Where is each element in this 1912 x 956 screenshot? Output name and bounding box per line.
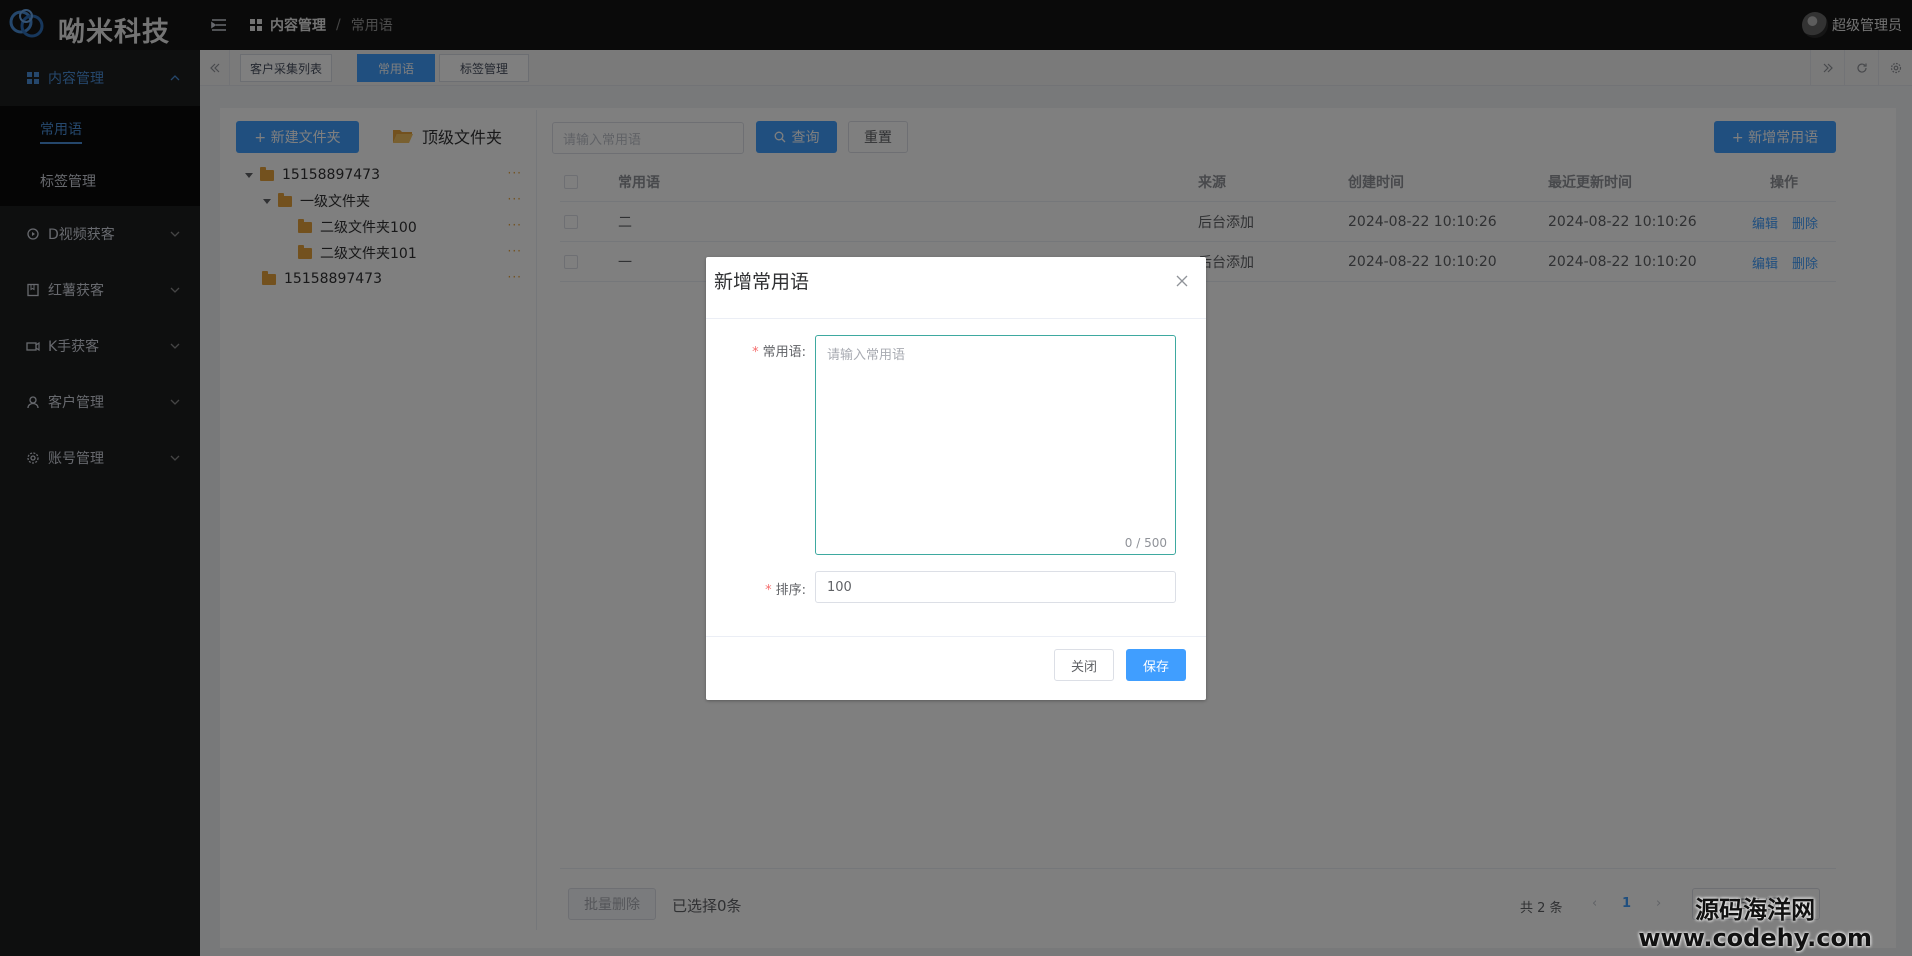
phrase-placeholder: 请输入常用语 bbox=[827, 348, 906, 363]
phrase-label: * 常用语: bbox=[734, 341, 806, 360]
sort-input[interactable]: 100 bbox=[815, 571, 1176, 603]
required-mark: * bbox=[752, 345, 759, 360]
close-button[interactable]: 关闭 bbox=[1054, 649, 1114, 681]
sort-label: * 排序: bbox=[734, 579, 806, 598]
add-phrase-dialog: 新增常用语 * 常用语: 请输入常用语 0 / 500 * 排序: 100 关闭 保… bbox=[706, 257, 1206, 700]
char-counter: 0 / 500 bbox=[1124, 536, 1167, 550]
dialog-title: 新增常用语 bbox=[714, 271, 810, 293]
dialog-footer-divider bbox=[706, 636, 1206, 637]
save-button[interactable]: 保存 bbox=[1126, 649, 1186, 681]
close-icon[interactable] bbox=[1176, 275, 1188, 287]
phrase-label-text: 常用语: bbox=[762, 345, 806, 360]
sort-label-text: 排序: bbox=[775, 583, 806, 598]
dialog-header-divider bbox=[706, 318, 1206, 319]
watermark-line: www.codehy.com bbox=[1638, 924, 1872, 952]
phrase-textarea[interactable]: 请输入常用语 0 / 500 bbox=[815, 335, 1176, 555]
watermark-line: 源码海洋网 bbox=[1695, 896, 1816, 924]
watermark: 源码海洋网 www.codehy.com bbox=[1638, 896, 1872, 952]
required-mark: * bbox=[765, 583, 772, 598]
